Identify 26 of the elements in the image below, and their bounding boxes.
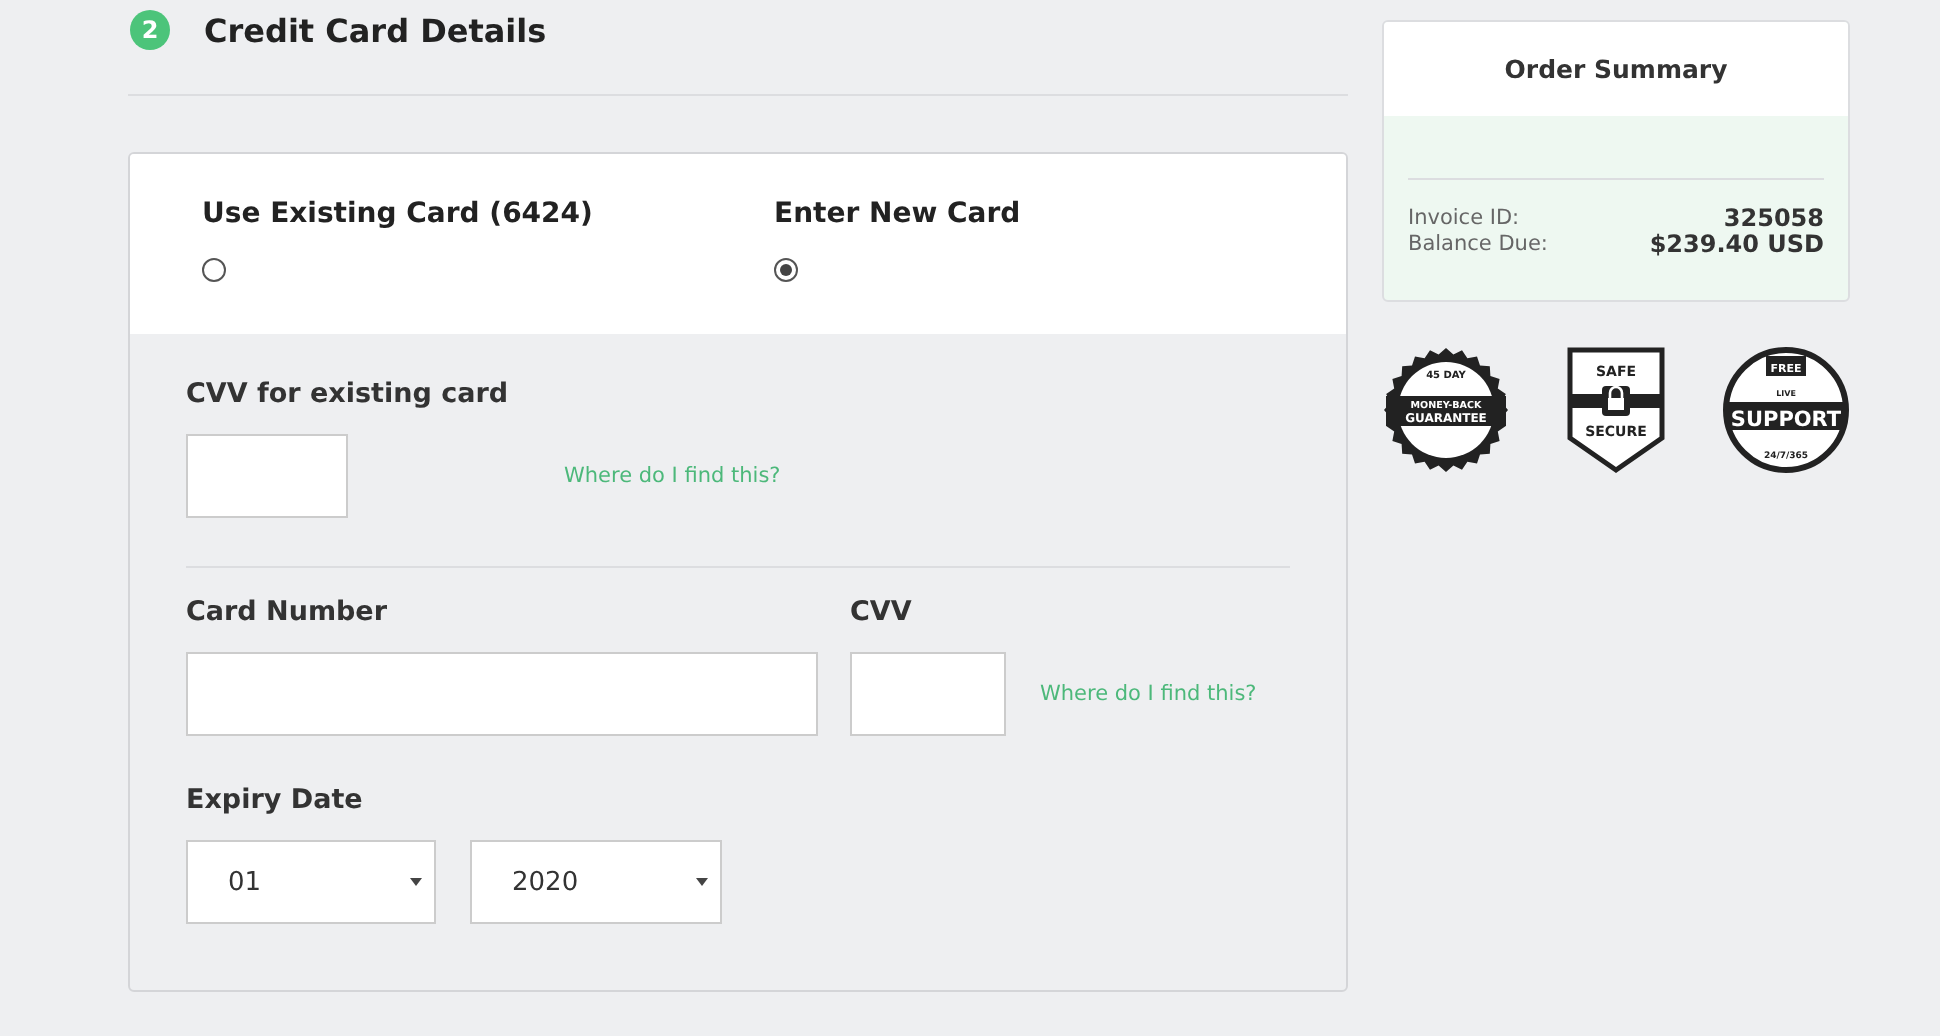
- dropdown[interactable]: 01: [186, 840, 436, 924]
- input-field[interactable]: [850, 652, 1006, 736]
- field-label: Card Number: [186, 596, 389, 628]
- field-label: CVV for existing card: [186, 378, 511, 410]
- dropdown[interactable]: 2020: [470, 840, 722, 924]
- option-label: Enter New Card: [774, 198, 1023, 230]
- caret-icon: [696, 878, 708, 886]
- support-seal-icon: [1723, 347, 1849, 473]
- step-number: 2: [130, 10, 170, 50]
- section-title: Credit Card Details: [204, 11, 547, 49]
- summary-value: $239.40 USD: [1649, 232, 1824, 258]
- field-label: Expiry Date: [186, 784, 365, 816]
- summary-label: Balance Due:: [1408, 232, 1548, 258]
- input-field[interactable]: [186, 434, 348, 518]
- radio-button[interactable]: [202, 258, 226, 282]
- caret-icon: [410, 878, 422, 886]
- summary-label: Invoice ID:: [1408, 206, 1520, 232]
- input-field[interactable]: [186, 652, 818, 736]
- seal-icon: [1384, 348, 1508, 472]
- option-label: Use Existing Card (6424): [202, 198, 595, 230]
- field-label: CVV: [850, 596, 914, 628]
- summary-title: Order Summary: [1384, 22, 1848, 116]
- radio-button[interactable]: [774, 258, 798, 282]
- summary-value: 325058: [1723, 206, 1824, 232]
- badge-text: SUPPORT: [1730, 408, 1842, 432]
- shield-lock-icon: [1567, 347, 1665, 474]
